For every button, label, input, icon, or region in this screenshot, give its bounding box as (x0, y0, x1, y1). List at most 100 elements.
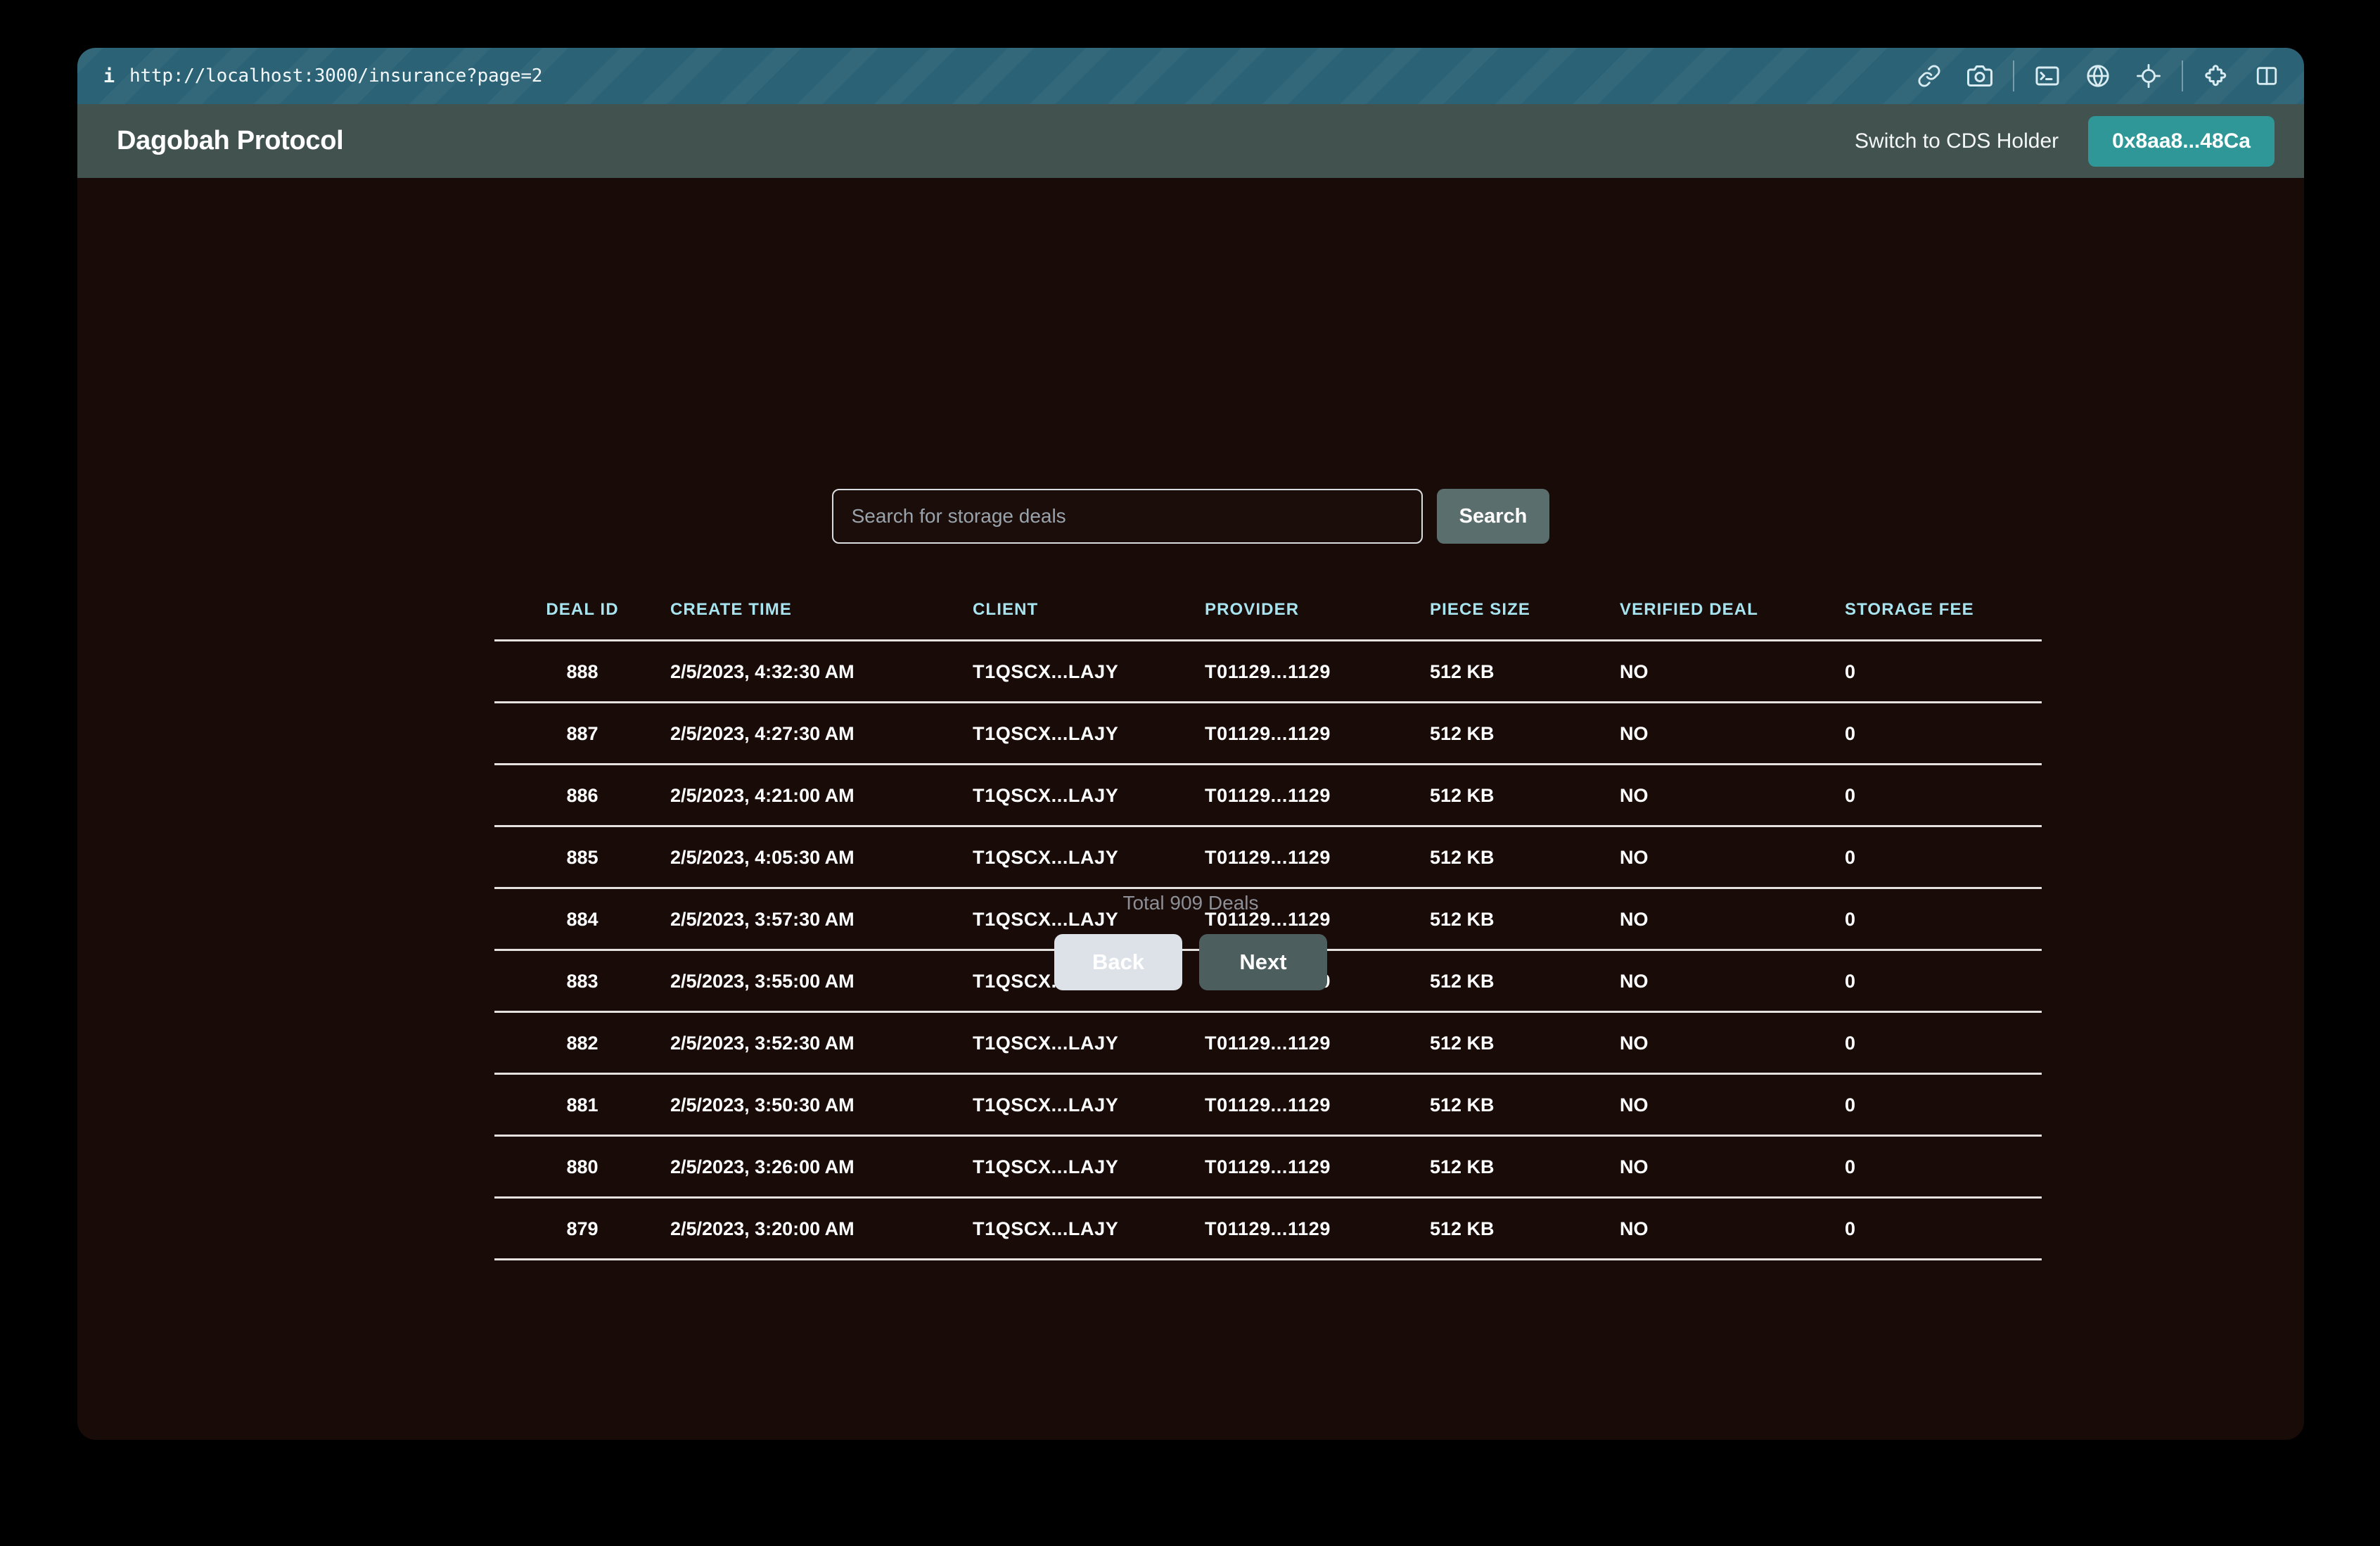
table-row[interactable]: 879 2/5/2023, 3:20:00 AM T1QSCX...LAJY T011… (494, 1197, 2042, 1260)
column-header-create-time[interactable]: CREATE TIME (670, 600, 973, 641)
table-row[interactable]: 888 2/5/2023, 4:32:30 AM T1QSCX...LAJY T011… (494, 640, 2042, 703)
cell-deal-id: 886 (494, 764, 670, 827)
cell-provider[interactable]: T01129...1129 (1205, 1197, 1430, 1260)
cell-create-time: 2/5/2023, 3:52:30 AM (670, 1011, 973, 1075)
back-button[interactable]: Back (1054, 934, 1182, 990)
cell-storage-fee: 0 (1845, 640, 2042, 703)
terminal-icon[interactable] (2031, 60, 2064, 92)
browser-window: i http://localhost:3000/insurance?page=2 (77, 48, 2304, 1440)
app-header: Dagobah Protocol Switch to CDS Holder 0x… (77, 104, 2304, 178)
column-header-deal-id[interactable]: DEAL ID (494, 600, 670, 641)
cell-piece-size: 512 KB (1430, 640, 1620, 703)
toolbar-separator-1 (2013, 60, 2014, 91)
switch-role-link[interactable]: Switch to CDS Holder (1855, 129, 2059, 153)
cell-deal-id: 880 (494, 1135, 670, 1199)
cell-verified-deal: NO (1620, 702, 1845, 765)
cell-client[interactable]: T1QSCX...LAJY (973, 764, 1205, 827)
table-row[interactable]: 880 2/5/2023, 3:26:00 AM T1QSCX...LAJY T011… (494, 1135, 2042, 1199)
cell-verified-deal: NO (1620, 764, 1845, 827)
cell-provider[interactable]: T01129...1129 (1205, 1073, 1430, 1137)
cell-client[interactable]: T1QSCX...LAJY (973, 640, 1205, 703)
cell-deal-id: 879 (494, 1197, 670, 1260)
total-deals-label: Total 909 Deals (1122, 892, 1259, 914)
cell-piece-size: 512 KB (1430, 1197, 1620, 1260)
cell-create-time: 2/5/2023, 4:05:30 AM (670, 826, 973, 889)
page-body: Search DEAL ID CREATE TIME CLIENT PROVID… (77, 178, 2304, 1440)
cell-create-time: 2/5/2023, 4:32:30 AM (670, 640, 973, 703)
deals-table-head: DEAL ID CREATE TIME CLIENT PROVIDER PIEC… (494, 600, 2042, 641)
cell-verified-deal: NO (1620, 640, 1845, 703)
cell-provider[interactable]: T01129...1129 (1205, 702, 1430, 765)
cell-client[interactable]: T1QSCX...LAJY (973, 702, 1205, 765)
column-header-piece-size[interactable]: PIECE SIZE (1430, 600, 1620, 641)
deals-table: DEAL ID CREATE TIME CLIENT PROVIDER PIEC… (494, 600, 2042, 1260)
column-header-client[interactable]: CLIENT (973, 600, 1205, 641)
next-button[interactable]: Next (1199, 934, 1327, 990)
table-header-row: DEAL ID CREATE TIME CLIENT PROVIDER PIEC… (494, 600, 2042, 641)
cell-deal-id: 887 (494, 702, 670, 765)
crosshair-icon[interactable] (2132, 60, 2165, 92)
cell-create-time: 2/5/2023, 3:50:30 AM (670, 1073, 973, 1137)
column-header-storage-fee[interactable]: STORAGE FEE (1845, 600, 2042, 641)
cell-storage-fee: 0 (1845, 826, 2042, 889)
cell-client[interactable]: T1QSCX...LAJY (973, 826, 1205, 889)
cell-storage-fee: 0 (1845, 702, 2042, 765)
cell-client[interactable]: T1QSCX...LAJY (973, 1011, 1205, 1075)
column-header-verified-deal[interactable]: VERIFIED DEAL (1620, 600, 1845, 641)
cell-provider[interactable]: T01129...1129 (1205, 640, 1430, 703)
cell-provider[interactable]: T01129...1129 (1205, 1135, 1430, 1199)
split-panel-icon[interactable] (2251, 60, 2283, 92)
cell-piece-size: 512 KB (1430, 826, 1620, 889)
cell-deal-id: 882 (494, 1011, 670, 1075)
cell-deal-id: 885 (494, 826, 670, 889)
cell-create-time: 2/5/2023, 4:27:30 AM (670, 702, 973, 765)
cell-verified-deal: NO (1620, 826, 1845, 889)
info-icon[interactable]: i (97, 67, 121, 86)
cell-piece-size: 512 KB (1430, 1011, 1620, 1075)
table-row[interactable]: 885 2/5/2023, 4:05:30 AM T1QSCX...LAJY T011… (494, 826, 2042, 889)
link-icon[interactable] (1913, 60, 1945, 92)
deals-table-container: DEAL ID CREATE TIME CLIENT PROVIDER PIEC… (494, 600, 2042, 1260)
wallet-address-button[interactable]: 0x8aa8...48Ca (2088, 115, 2275, 167)
table-row[interactable]: 882 2/5/2023, 3:52:30 AM T1QSCX...LAJY T011… (494, 1011, 2042, 1075)
cell-verified-deal: NO (1620, 1197, 1845, 1260)
cell-verified-deal: NO (1620, 1073, 1845, 1137)
app-title: Dagobah Protocol (117, 126, 344, 155)
url-text[interactable]: http://localhost:3000/insurance?page=2 (129, 65, 542, 87)
camera-icon[interactable] (1964, 60, 1996, 92)
cell-verified-deal: NO (1620, 1135, 1845, 1199)
cell-piece-size: 512 KB (1430, 702, 1620, 765)
puzzle-piece-icon[interactable] (2200, 60, 2232, 92)
search-input[interactable] (831, 489, 1423, 544)
table-row[interactable]: 887 2/5/2023, 4:27:30 AM T1QSCX...LAJY T011… (494, 702, 2042, 765)
cell-piece-size: 512 KB (1430, 1135, 1620, 1199)
toolbar-separator-2 (2182, 60, 2183, 91)
cell-provider[interactable]: T01129...1129 (1205, 764, 1430, 827)
cell-storage-fee: 0 (1845, 1011, 2042, 1075)
cell-provider[interactable]: T01129...1129 (1205, 826, 1430, 889)
browser-toolbar: i http://localhost:3000/insurance?page=2 (77, 48, 2304, 104)
cell-client[interactable]: T1QSCX...LAJY (973, 1073, 1205, 1137)
table-row[interactable]: 881 2/5/2023, 3:50:30 AM T1QSCX...LAJY T011… (494, 1073, 2042, 1137)
cell-piece-size: 512 KB (1430, 1073, 1620, 1137)
cell-deal-id: 881 (494, 1073, 670, 1137)
toolbar-icon-group-middle (2031, 60, 2165, 92)
cell-storage-fee: 0 (1845, 1073, 2042, 1137)
cell-storage-fee: 0 (1845, 1197, 2042, 1260)
search-button[interactable]: Search (1436, 489, 1550, 544)
cell-create-time: 2/5/2023, 4:21:00 AM (670, 764, 973, 827)
cell-client[interactable]: T1QSCX...LAJY (973, 1197, 1205, 1260)
cell-piece-size: 512 KB (1430, 764, 1620, 827)
table-row[interactable]: 886 2/5/2023, 4:21:00 AM T1QSCX...LAJY T011… (494, 764, 2042, 827)
cell-verified-deal: NO (1620, 1011, 1845, 1075)
cell-storage-fee: 0 (1845, 764, 2042, 827)
globe-icon[interactable] (2082, 60, 2114, 92)
cell-provider[interactable]: T01129...1129 (1205, 1011, 1430, 1075)
cell-client[interactable]: T1QSCX...LAJY (973, 1135, 1205, 1199)
column-header-provider[interactable]: PROVIDER (1205, 600, 1430, 641)
toolbar-icon-group-right (2200, 60, 2283, 92)
cell-create-time: 2/5/2023, 3:26:00 AM (670, 1135, 973, 1199)
cell-deal-id: 888 (494, 640, 670, 703)
cell-create-time: 2/5/2023, 3:20:00 AM (670, 1197, 973, 1260)
toolbar-icon-group-left (1913, 60, 1996, 92)
